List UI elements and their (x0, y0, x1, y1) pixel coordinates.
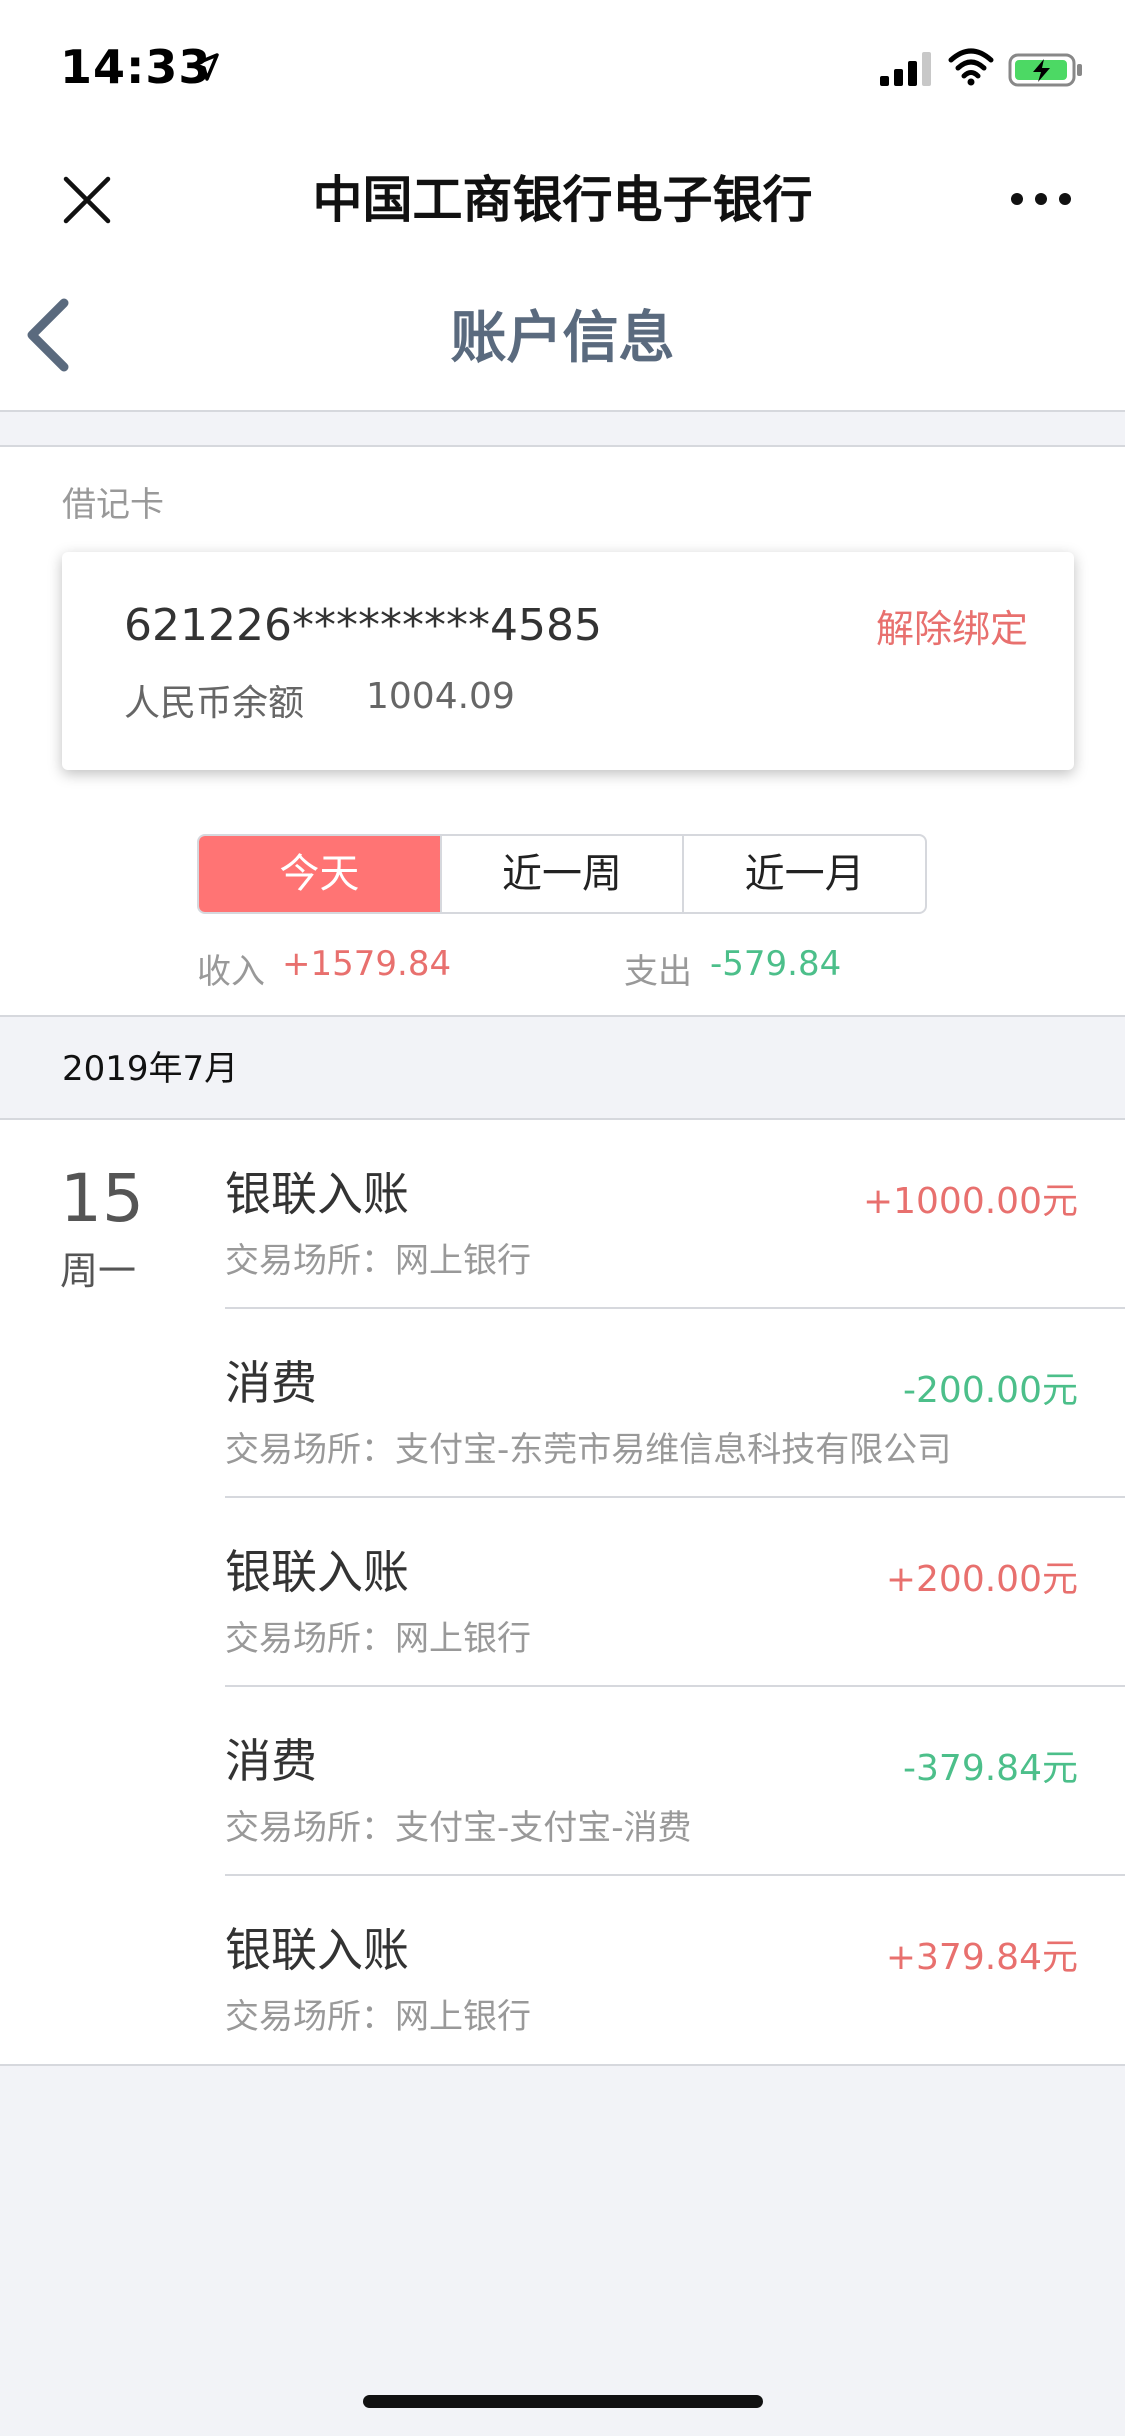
card-number: 621226*********4585 (124, 600, 602, 651)
transaction-list: 15 周一 银联入账 交易场所：网上银行 +1000.00元 消费 交易场所：支… (0, 1120, 1125, 2066)
transaction-title: 银联入账 (225, 1923, 409, 1977)
day-weekday: 周一 (60, 1249, 137, 1293)
card-panel: 621226*********4585 解除绑定 人民币余额 1004.09 (62, 552, 1074, 770)
transaction-title: 消费 (225, 1356, 317, 1410)
transaction-amount: -379.84元 (903, 1748, 1078, 1789)
period-tabs: 今天 近一周 近一月 (197, 834, 927, 914)
home-indicator[interactable] (363, 2395, 763, 2408)
transaction-place: 交易场所：网上银行 (225, 1241, 531, 1281)
wifi-icon (948, 48, 994, 86)
balance-value: 1004.09 (366, 676, 515, 717)
transaction-amount: +379.84元 (885, 1937, 1078, 1978)
unbind-button[interactable]: 解除绑定 (876, 598, 1028, 653)
wechat-title: 中国工商银行电子银行 (312, 171, 813, 229)
month-label: 2019年7月 (62, 1049, 239, 1089)
tab-last-week[interactable]: 近一周 (442, 836, 685, 912)
transaction-title: 消费 (225, 1734, 317, 1788)
transaction-row[interactable]: 银联入账 交易场所：网上银行 +1000.00元 (225, 1120, 1125, 1309)
transaction-amount: -200.00元 (903, 1370, 1078, 1411)
transaction-row[interactable]: 银联入账 交易场所：网上银行 +379.84元 (225, 1876, 1125, 2065)
expense-total: -579.84 (710, 944, 842, 984)
transaction-row[interactable]: 消费 交易场所：支付宝-支付宝-消费 -379.84元 (225, 1687, 1125, 1876)
balance-label: 人民币余额 (124, 683, 305, 724)
transaction-place: 交易场所：网上银行 (225, 1997, 531, 2037)
location-arrow-icon (191, 53, 219, 81)
more-icon[interactable] (1009, 191, 1073, 207)
expense-label: 支出 (624, 952, 692, 992)
transaction-title: 银联入账 (225, 1545, 409, 1599)
transaction-row[interactable]: 消费 交易场所：支付宝-东莞市易维信息科技有限公司 -200.00元 (225, 1309, 1125, 1498)
transaction-place: 交易场所：支付宝-支付宝-消费 (225, 1808, 692, 1848)
page-title: 账户信息 (450, 306, 675, 371)
page-nav-bar: 账户信息 (0, 265, 1125, 412)
income-total: +1579.84 (282, 944, 452, 984)
transaction-row[interactable]: 银联入账 交易场所：网上银行 +200.00元 (225, 1498, 1125, 1687)
transaction-place: 交易场所：支付宝-东莞市易维信息科技有限公司 (225, 1430, 952, 1470)
transaction-place: 交易场所：网上银行 (225, 1619, 531, 1659)
tab-last-month[interactable]: 近一月 (684, 836, 925, 912)
income-label: 收入 (197, 952, 265, 992)
status-time: 14:33 (60, 40, 212, 94)
day-number: 15 (60, 1160, 144, 1237)
transaction-title: 银联入账 (225, 1167, 409, 1221)
signal-icon (880, 52, 931, 86)
status-bar: 14:33 (0, 0, 1125, 135)
transaction-amount: +1000.00元 (862, 1181, 1078, 1222)
month-header: 2019年7月 (0, 1015, 1125, 1120)
battery-charging-icon (1008, 53, 1082, 87)
tab-today[interactable]: 今天 (199, 836, 442, 912)
wechat-nav-bar: 中国工商银行电子银行 (0, 135, 1125, 265)
card-type-label: 借记卡 (62, 485, 164, 525)
transaction-amount: +200.00元 (885, 1559, 1078, 1600)
account-summary: 借记卡 621226*********4585 解除绑定 人民币余额 1004.… (0, 445, 1125, 1015)
